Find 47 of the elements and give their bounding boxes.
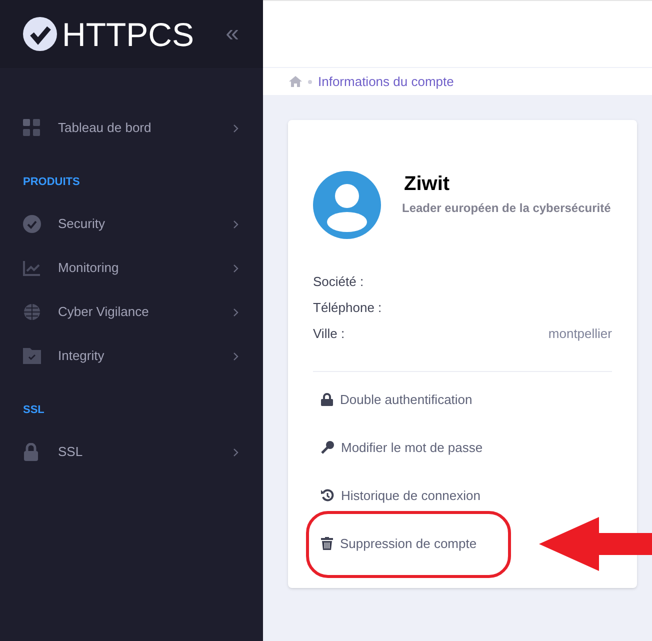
check-circle-icon: [23, 17, 57, 51]
account-action-link[interactable]: Modifier le mot de passe: [321, 438, 483, 458]
section-heading: PRODUITS: [22, 174, 81, 190]
sidebar-item[interactable]: Integrity: [0, 334, 263, 378]
lock-icon: [321, 393, 333, 406]
profile-tagline: Leader européen de la cybersécurité: [402, 200, 611, 217]
logo-text: HTTPCS: [62, 18, 194, 50]
breadcrumb-separator: [308, 80, 312, 84]
history-icon: [321, 489, 334, 502]
account-action-link[interactable]: Historique de connexion: [321, 486, 480, 506]
collapse-button[interactable]: «: [226, 22, 239, 46]
sidebar-item-label: Tableau de bord: [58, 119, 152, 138]
profile-name: Ziwit: [404, 172, 451, 196]
field-label: Société :: [313, 273, 364, 292]
section-heading: SSL: [22, 402, 46, 418]
folder-check-icon: [23, 348, 41, 364]
key-icon: [321, 441, 334, 454]
breadcrumb-link[interactable]: Informations du compte: [318, 72, 454, 92]
home-icon[interactable]: [289, 76, 302, 87]
chevron-right-icon: [233, 124, 239, 132]
account-action-link[interactable]: Double authentification: [321, 390, 472, 410]
sidebar-item[interactable]: Tableau de bord: [0, 106, 263, 150]
chevron-right-icon: [233, 220, 239, 228]
chevron-right-icon: [233, 448, 239, 456]
sidebar-item-label: SSL: [58, 443, 83, 462]
sidebar-item[interactable]: SSL: [0, 430, 263, 474]
sidebar-item[interactable]: Cyber Vigilance: [0, 290, 263, 334]
chevron-right-icon: [233, 352, 239, 360]
grid-icon: [23, 119, 41, 137]
chevron-right-icon: [233, 264, 239, 272]
avatar-icon: [313, 171, 381, 239]
field-label: Téléphone :: [313, 299, 382, 318]
lock-icon: [23, 443, 39, 461]
sidebar-item-label: Cyber Vigilance: [58, 303, 149, 322]
sidebar-item-label: Integrity: [58, 347, 104, 366]
sidebar-item-label: Security: [58, 215, 105, 234]
trash-icon: [321, 537, 333, 550]
field-label: Ville :: [313, 325, 345, 344]
globe-icon: [23, 303, 41, 321]
line-chart-icon: [23, 260, 41, 276]
sidebar-item-label: Monitoring: [58, 259, 119, 278]
sidebar-item[interactable]: Security: [0, 202, 263, 246]
sidebar-item[interactable]: Monitoring: [0, 246, 263, 290]
account-action-link[interactable]: Suppression de compte: [321, 534, 477, 554]
field-value: montpellier: [548, 325, 612, 344]
check-circle-icon: [23, 215, 41, 233]
chevron-right-icon: [233, 308, 239, 316]
